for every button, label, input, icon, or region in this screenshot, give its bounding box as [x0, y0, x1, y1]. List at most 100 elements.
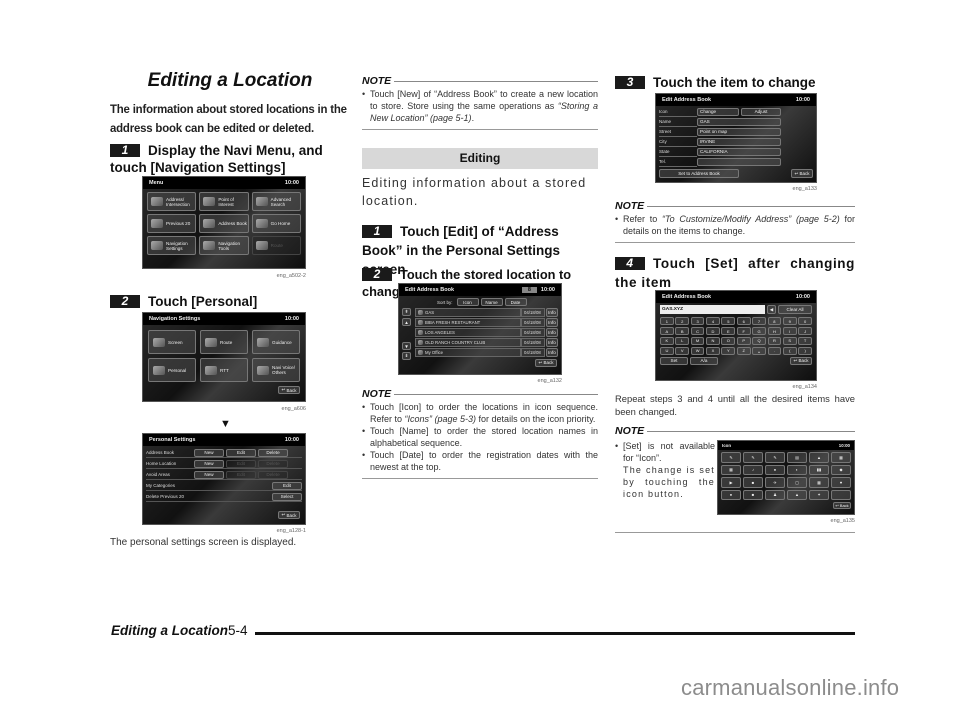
avoid-areas-delete-button[interactable]: Delete	[258, 470, 288, 479]
settings-item-navi-voice-others[interactable]: Navi Voice/ Others	[252, 358, 300, 382]
set-button[interactable]: Set	[660, 356, 688, 365]
field-street-button[interactable]: Point on map	[697, 127, 781, 136]
key-r[interactable]: R	[767, 336, 782, 346]
location-name[interactable]: LOS ANGELES	[415, 327, 521, 337]
key-m[interactable]: M	[690, 336, 705, 346]
address-list-row[interactable]: BIBA FRESH RESTAURANT 04/18/08 Info	[415, 317, 558, 327]
key-s[interactable]: S	[782, 336, 797, 346]
delete-previous-20-select-button[interactable]: Select	[272, 492, 302, 501]
address-list-row[interactable]: My Office 04/18/08 Info	[415, 347, 558, 357]
back-button[interactable]: ↩ Back	[790, 356, 812, 365]
key-symbol-37[interactable]: .	[767, 346, 782, 355]
menu-item-go-home[interactable]: Go Home	[251, 214, 301, 233]
key-j[interactable]: J	[798, 326, 812, 336]
key-o[interactable]: O	[721, 336, 736, 346]
icon-choice-button[interactable]: ♪	[743, 464, 763, 475]
key-5[interactable]: 5	[721, 317, 736, 326]
field-name-button[interactable]: GAS	[697, 117, 781, 126]
menu-item-address-book[interactable]: Address Book	[199, 214, 249, 233]
icon-choice-button[interactable]: ▲	[787, 489, 807, 500]
name-input[interactable]: GAS.XYZ	[660, 305, 765, 314]
menu-item-previous-20[interactable]: Previous 20	[147, 214, 197, 233]
key-k[interactable]: K	[660, 336, 674, 346]
info-button[interactable]: Info	[546, 308, 558, 317]
key-symbol-39[interactable]: )	[798, 346, 812, 355]
scroll-down-button[interactable]: ▼	[402, 342, 411, 350]
icon-choice-button[interactable]: ▤	[787, 452, 807, 463]
icon-choice-button[interactable]: ■	[743, 477, 763, 488]
key-v[interactable]: V	[675, 346, 690, 355]
key-3[interactable]: 3	[690, 317, 705, 326]
address-book-edit-button[interactable]: Edit	[226, 448, 256, 457]
key-l[interactable]: L	[675, 336, 690, 346]
key-0[interactable]: 0	[798, 317, 812, 326]
home-location-delete-button[interactable]: Delete	[258, 459, 288, 468]
icon-choice-button[interactable]: ✈	[765, 477, 785, 488]
icon-choice-button[interactable]: ✎	[743, 452, 763, 463]
back-button[interactable]: ↩ Back	[791, 169, 813, 178]
sort-by-icon-button[interactable]: Icon	[456, 298, 479, 306]
field-state-button[interactable]: CALIFORNIA	[697, 147, 781, 156]
avoid-areas-new-button[interactable]: New	[194, 470, 224, 479]
icon-choice-button[interactable]: ◆	[831, 464, 851, 475]
info-button[interactable]: Info	[546, 347, 558, 357]
menu-item-navigation-settings[interactable]: Navigation Settings	[147, 236, 197, 255]
menu-item-navigation-tools[interactable]: Navigation Tools	[199, 236, 249, 255]
key-4[interactable]: 4	[706, 317, 720, 326]
settings-item-personal[interactable]: Personal	[148, 358, 196, 382]
icon-choice-button[interactable]: ▲	[809, 452, 829, 463]
field-city-button[interactable]: IRVINE	[697, 137, 781, 146]
icon-choice-button[interactable]: ●	[765, 464, 785, 475]
adjust-icon-button[interactable]: Adjust	[741, 107, 781, 116]
key-6[interactable]: 6	[736, 317, 751, 326]
info-button[interactable]: Info	[546, 327, 558, 337]
key-e[interactable]: E	[721, 326, 736, 336]
menu-item-point-of-interest[interactable]: Point of Interest	[199, 192, 249, 211]
my-categories-edit-button[interactable]: Edit	[272, 481, 302, 490]
address-book-new-button[interactable]: New	[194, 448, 224, 457]
back-button[interactable]: ↩ Back	[278, 386, 300, 394]
key-1[interactable]: 1	[660, 317, 674, 326]
key-symbol-36[interactable]: ␣	[752, 346, 766, 355]
key-i[interactable]: I	[782, 326, 797, 336]
key-9[interactable]: 9	[782, 317, 797, 326]
address-book-delete-button[interactable]: Delete	[258, 448, 288, 457]
key-d[interactable]: D	[706, 326, 720, 336]
address-list-row[interactable]: OLD RANCH COUNTRY CLUB 04/18/08 Info	[415, 337, 558, 347]
avoid-areas-edit-button[interactable]: Edit	[226, 470, 256, 479]
settings-item-guidance[interactable]: Guidance	[252, 330, 300, 354]
field-icon-button[interactable]: Change	[697, 107, 739, 116]
info-button[interactable]: Info	[546, 317, 558, 327]
icon-choice-button[interactable]: ▢	[787, 477, 807, 488]
home-location-new-button[interactable]: New	[194, 459, 224, 468]
location-name[interactable]: My Office	[415, 347, 521, 357]
icon-choice-button[interactable]: ●	[721, 489, 741, 500]
icon-choice-button[interactable]	[831, 489, 851, 500]
case-toggle-button[interactable]: A/a	[690, 356, 718, 365]
scroll-up-button[interactable]: ▲	[402, 318, 411, 326]
settings-item-route[interactable]: Route	[200, 330, 248, 354]
key-7[interactable]: 7	[752, 317, 766, 326]
location-name[interactable]: OLD RANCH COUNTRY CLUB	[415, 337, 521, 347]
icon-choice-button[interactable]: ◐	[787, 464, 807, 475]
back-button[interactable]: ↩ Back	[535, 358, 557, 367]
settings-item-screen[interactable]: Screen	[148, 330, 196, 354]
icon-choice-button[interactable]: ✎	[765, 452, 785, 463]
key-a[interactable]: A	[660, 326, 674, 336]
key-symbol-38[interactable]: (	[782, 346, 797, 355]
icon-choice-button[interactable]: ■	[743, 489, 763, 500]
icon-choice-button[interactable]: ♥	[831, 477, 851, 488]
info-button[interactable]: Info	[546, 337, 558, 347]
location-name[interactable]: BIBA FRESH RESTAURANT	[415, 317, 521, 327]
key-f[interactable]: F	[736, 326, 751, 336]
key-p[interactable]: P	[736, 336, 751, 346]
menu-item-address-intersection[interactable]: Address/ Intersection	[147, 192, 197, 211]
key-b[interactable]: B	[675, 326, 690, 336]
key-8[interactable]: 8	[767, 317, 782, 326]
field-tel-button[interactable]	[697, 157, 781, 166]
icon-choice-button[interactable]: ▦	[831, 452, 851, 463]
location-name[interactable]: GAS	[415, 308, 521, 317]
key-t[interactable]: T	[798, 336, 812, 346]
menu-item-advanced-search[interactable]: Advanced Search	[251, 192, 301, 211]
key-w[interactable]: W	[690, 346, 705, 355]
